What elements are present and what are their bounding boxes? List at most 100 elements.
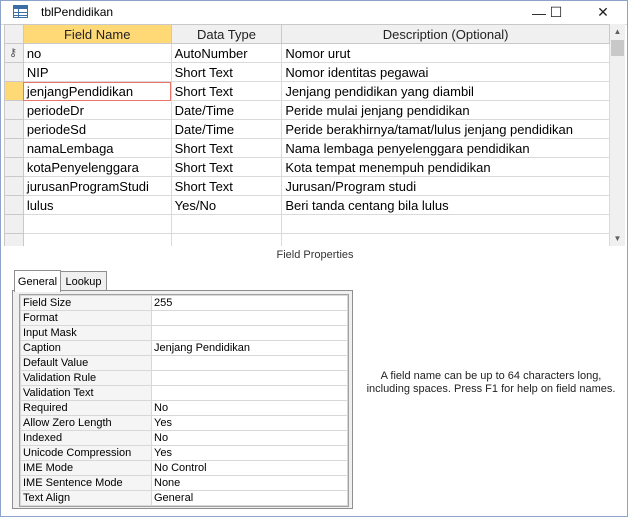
row-selector[interactable] [4, 214, 24, 234]
row-selector[interactable] [4, 81, 24, 101]
description-cell[interactable]: Jurusan/Program studi [281, 176, 610, 196]
table-row[interactable]: namaLembaga Short Text Nama lembaga penyel… [4, 138, 610, 158]
property-value[interactable]: None [151, 475, 348, 491]
property-value[interactable]: Jenjang Pendidikan [151, 340, 348, 356]
property-value[interactable] [151, 370, 348, 386]
property-row[interactable]: Unicode Compression Yes [20, 445, 348, 461]
field-name-cell[interactable]: periodeDr [22, 100, 172, 120]
scroll-thumb[interactable] [611, 40, 624, 56]
field-name-cell[interactable] [22, 214, 172, 234]
description-cell[interactable]: Nomor urut [281, 43, 610, 63]
description-cell[interactable] [281, 233, 610, 246]
description-cell[interactable]: Kota tempat menempuh pendidikan [281, 157, 610, 177]
scroll-down-icon[interactable]: ▼ [610, 231, 625, 246]
field-name-cell[interactable]: periodeSd [22, 119, 172, 139]
field-properties-label: Field Properties [276, 249, 354, 261]
data-type-cell[interactable]: Short Text [170, 81, 283, 101]
property-value[interactable]: No [151, 430, 348, 446]
table-row[interactable] [4, 233, 610, 246]
property-name: Caption [20, 340, 152, 356]
scroll-up-icon[interactable]: ▲ [610, 24, 625, 39]
description-cell[interactable]: Nomor identitas pegawai [281, 62, 610, 82]
property-value[interactable] [151, 325, 348, 341]
header-description[interactable]: Description (Optional) [281, 24, 610, 44]
property-value[interactable] [151, 310, 348, 326]
property-value[interactable] [151, 355, 348, 371]
table-row[interactable]: kotaPenyelenggara Short Text Kota tempat m… [4, 157, 610, 177]
header-field-name[interactable]: Field Name [22, 24, 172, 44]
row-selector[interactable] [4, 176, 24, 196]
table-row[interactable]: lulus Yes/No Beri tanda centang bila lulus [4, 195, 610, 215]
data-type-cell[interactable]: AutoNumber [170, 43, 283, 63]
data-type-cell[interactable]: Date/Time [170, 119, 283, 139]
field-name-cell[interactable]: jurusanProgramStudi [22, 176, 172, 196]
row-selector[interactable] [4, 195, 24, 215]
property-value[interactable]: General [151, 490, 348, 506]
field-name-cell[interactable] [22, 233, 172, 246]
vertical-scrollbar[interactable]: ▲ ▼ [610, 24, 625, 246]
property-row[interactable]: Format [20, 310, 348, 326]
field-name-cell[interactable]: NIP [22, 62, 172, 82]
data-type-cell[interactable]: Short Text [170, 62, 283, 82]
property-value[interactable]: Yes [151, 445, 348, 461]
property-row[interactable]: Indexed No [20, 430, 348, 446]
data-type-cell[interactable]: Date/Time [170, 100, 283, 120]
row-selector[interactable] [4, 157, 24, 177]
property-value[interactable]: 255 [151, 295, 348, 311]
description-cell[interactable]: Peride berakhirnya/tamat/lulus jenjang p… [281, 119, 610, 139]
row-selector[interactable] [4, 119, 24, 139]
help-text: A field name can be up to 64 characters … [366, 370, 616, 395]
description-cell[interactable]: Nama lembaga penyelenggara pendidikan [281, 138, 610, 158]
property-value[interactable] [151, 385, 348, 401]
table-row[interactable]: NIP Short Text Nomor identitas pegawai [4, 62, 610, 82]
header-data-type[interactable]: Data Type [170, 24, 283, 44]
data-type-cell[interactable]: Short Text [170, 157, 283, 177]
property-row[interactable]: Text Align General [20, 490, 348, 506]
data-type-cell[interactable]: Yes/No [170, 195, 283, 215]
table-row[interactable]: periodeDr Date/Time Peride mulai jenjang p… [4, 100, 610, 120]
description-cell[interactable] [281, 214, 610, 234]
property-row[interactable]: Caption Jenjang Pendidikan [20, 340, 348, 356]
property-row[interactable]: Input Mask [20, 325, 348, 341]
property-name: Format [20, 310, 152, 326]
table-row[interactable]: jurusanProgramStudi Short Text Jurusan/Pro… [4, 176, 610, 196]
property-row[interactable]: Validation Text [20, 385, 348, 401]
table-row[interactable] [4, 214, 610, 234]
row-selector[interactable] [4, 233, 24, 246]
property-row[interactable]: IME Sentence Mode None [20, 475, 348, 491]
row-selector[interactable]: ⚷ [4, 43, 24, 63]
table-row[interactable]: ⚷ no AutoNumber Nomor urut [4, 43, 610, 63]
data-type-cell[interactable] [170, 214, 283, 234]
data-type-cell[interactable] [170, 233, 283, 246]
property-row[interactable]: Field Size 255 [20, 295, 348, 311]
close-button[interactable]: ✕ [585, 1, 621, 24]
field-name-cell[interactable]: namaLembaga [22, 138, 172, 158]
property-row[interactable]: Validation Rule [20, 370, 348, 386]
data-type-cell[interactable]: Short Text [170, 138, 283, 158]
property-value[interactable]: No Control [151, 460, 348, 476]
row-selector[interactable] [4, 100, 24, 120]
property-value[interactable]: No [151, 400, 348, 416]
data-type-cell[interactable]: Short Text [170, 176, 283, 196]
property-row[interactable]: Allow Zero Length Yes [20, 415, 348, 431]
row-selector[interactable] [4, 62, 24, 82]
property-row[interactable]: Required No [20, 400, 348, 416]
property-name: IME Sentence Mode [20, 475, 152, 491]
description-cell[interactable]: Peride mulai jenjang pendidikan [281, 100, 610, 120]
field-name-cell[interactable]: kotaPenyelenggara [22, 157, 172, 177]
tab-general[interactable]: General [14, 270, 61, 292]
table-row[interactable]: periodeSd Date/Time Peride berakhirnya/tam… [4, 119, 610, 139]
table-row[interactable]: jenjangPendidikan Short Text Jenjang pendi… [4, 81, 610, 101]
property-value[interactable]: Yes [151, 415, 348, 431]
field-name-cell[interactable]: lulus [22, 195, 172, 215]
description-cell[interactable]: Jenjang pendidikan yang diambil [281, 81, 610, 101]
description-cell[interactable]: Beri tanda centang bila lulus [281, 195, 610, 215]
property-row[interactable]: Default Value [20, 355, 348, 371]
row-selector[interactable] [4, 138, 24, 158]
tab-lookup[interactable]: Lookup [60, 271, 107, 292]
field-name-cell[interactable]: no [22, 43, 172, 63]
property-row[interactable]: IME Mode No Control [20, 460, 348, 476]
corner-selector[interactable] [4, 24, 24, 44]
field-name-cell[interactable]: jenjangPendidikan [22, 81, 172, 101]
maximize-button[interactable]: ☐ [538, 1, 574, 24]
